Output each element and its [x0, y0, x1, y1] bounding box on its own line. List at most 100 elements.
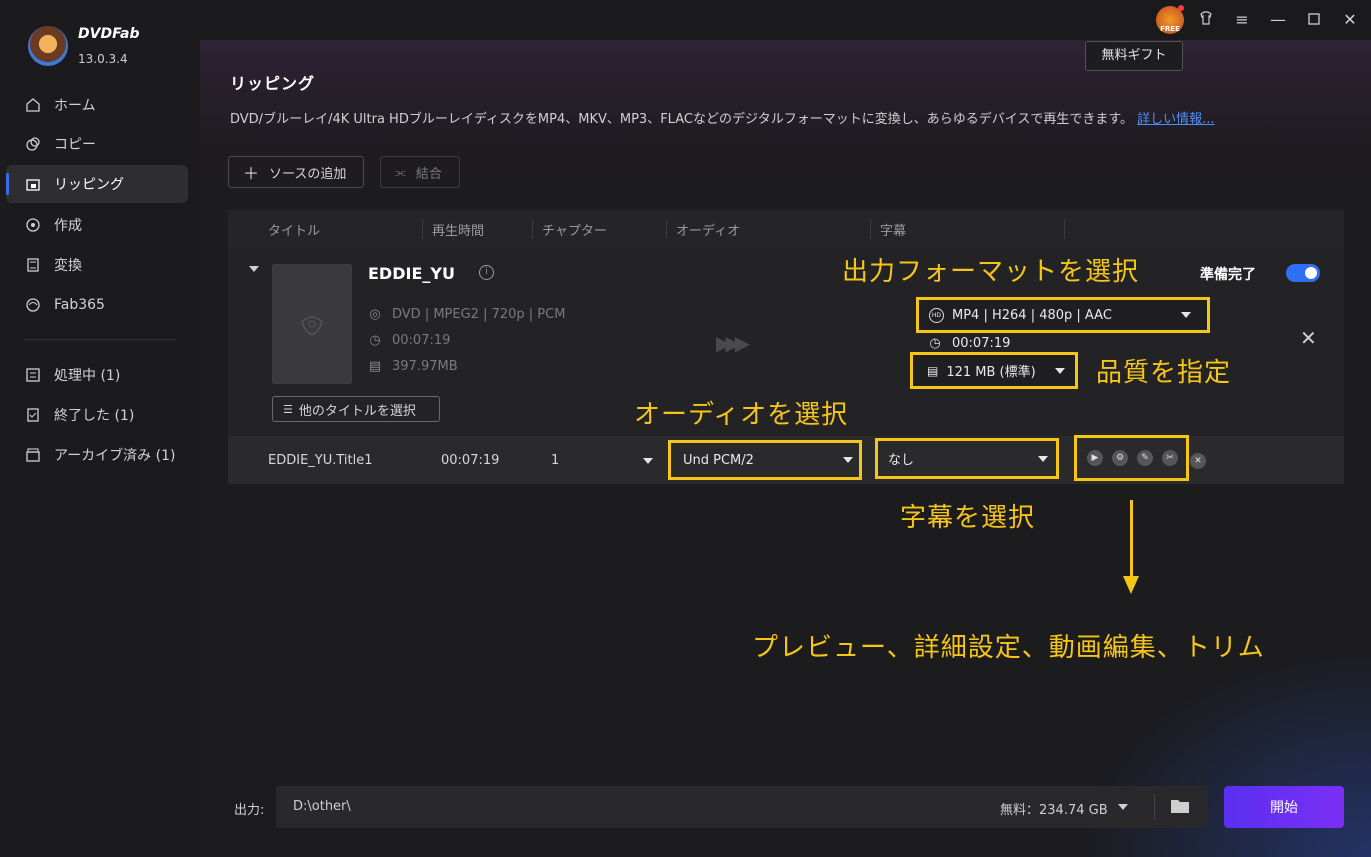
- convert-arrow-icon: ▶▶▶: [716, 331, 750, 355]
- sidebar-item-fab365[interactable]: Fab365: [6, 286, 188, 324]
- source-info-text: DVD | MPEG2 | 720p | PCM: [392, 307, 566, 322]
- free-gift-icon[interactable]: FREE: [1156, 5, 1184, 34]
- minimize-icon[interactable]: —: [1268, 10, 1288, 30]
- menu-icon[interactable]: ≡: [1232, 10, 1252, 30]
- column-divider: [1064, 219, 1065, 239]
- source-info: ◎ DVD | MPEG2 | 720p | PCM: [368, 307, 565, 322]
- sidebar-divider: [24, 339, 176, 340]
- notification-dot: [1178, 5, 1184, 11]
- edit-icon[interactable]: ✎: [1137, 450, 1153, 466]
- disc-icon: ◎: [369, 307, 381, 322]
- info-icon[interactable]: i: [479, 265, 494, 280]
- ripper-icon: [24, 175, 42, 193]
- sidebar-item-label: Fab365: [54, 297, 105, 313]
- output-format-dropdown[interactable]: HD MP4 | H264 | 480p | AAC: [916, 297, 1210, 333]
- remove-title-icon[interactable]: ✕: [1300, 326, 1317, 350]
- plus-icon: ＋: [243, 164, 260, 183]
- trim-icon[interactable]: ✂: [1162, 450, 1178, 466]
- file-icon: ▤: [368, 359, 382, 374]
- disc-placeholder-icon: [301, 316, 323, 335]
- annotation-audio: オーディオを選択: [634, 400, 849, 430]
- output-format-text: MP4 | H264 | 480p | AAC: [952, 307, 1112, 323]
- other-titles-label: 他のタイトルを選択: [298, 403, 416, 419]
- column-subtitle: 字幕: [880, 224, 907, 239]
- row-chapter: 1: [551, 453, 560, 468]
- dvdfab-logo-icon: [28, 26, 68, 66]
- annotation-quality: 品質を指定: [1096, 358, 1232, 388]
- brand-name: DVDFab: [78, 26, 140, 42]
- output-path-box[interactable]: D:\other\ 無料：234.74 GB: [276, 786, 1208, 828]
- file-icon: ▤: [927, 363, 939, 378]
- converter-icon: [24, 256, 42, 274]
- clock-icon: ◷: [369, 333, 381, 348]
- chapter-dropdown-icon[interactable]: [643, 458, 653, 464]
- audio-dropdown[interactable]: Und PCM/2: [668, 440, 862, 480]
- source-size: ▤ 397.97MB: [368, 359, 458, 374]
- drive-dropdown-icon[interactable]: [1118, 804, 1128, 810]
- sidebar-item-home[interactable]: ホーム: [6, 86, 188, 124]
- column-divider: [870, 219, 871, 239]
- divider: [1154, 794, 1155, 820]
- merge-button[interactable]: ⫘ 結合: [380, 156, 460, 188]
- column-title: タイトル: [268, 224, 321, 239]
- other-titles-button[interactable]: ☰ 他のタイトルを選択: [272, 396, 440, 422]
- source-duration: ◷ 00:07:19: [368, 333, 450, 348]
- sidebar-item-processing[interactable]: 処理中 (1): [6, 356, 188, 394]
- remove-row-icon[interactable]: ✕: [1190, 453, 1206, 469]
- sidebar-item-converter[interactable]: 変換: [6, 246, 188, 284]
- title-name: EDDIE_YU: [368, 264, 455, 283]
- merge-icon: ⫘: [395, 164, 406, 179]
- row-duration: 00:07:19: [441, 453, 500, 468]
- sidebar-item-creator[interactable]: 作成: [6, 206, 188, 244]
- column-chapter: チャプター: [542, 224, 607, 239]
- sidebar-item-label: 作成: [54, 218, 82, 234]
- column-divider: [422, 219, 423, 239]
- sidebar-item-archive[interactable]: アーカイブ済み (1): [6, 436, 188, 474]
- folder-icon[interactable]: [1170, 798, 1190, 814]
- output-path: D:\other\: [293, 799, 351, 814]
- sidebar-item-label: ホーム: [54, 98, 96, 114]
- free-badge-text: FREE: [1160, 25, 1180, 33]
- sidebar-item-ripper[interactable]: リッピング: [6, 165, 188, 203]
- subtitle-dropdown[interactable]: なし: [875, 438, 1059, 479]
- preview-icon[interactable]: ▶: [1087, 450, 1103, 466]
- title-thumbnail: [272, 264, 352, 384]
- collapse-arrow-icon[interactable]: [249, 266, 259, 272]
- maximize-icon[interactable]: [1304, 10, 1324, 30]
- annotation-tools: プレビュー、詳細設定、動画編集、トリム: [752, 633, 1265, 663]
- sidebar-item-copy[interactable]: コピー: [6, 125, 188, 163]
- annotation-format: 出力フォーマットを選択: [842, 257, 1140, 287]
- audio-text: Und PCM/2: [683, 452, 754, 468]
- close-window-icon[interactable]: ✕: [1340, 10, 1360, 30]
- chevron-down-icon: [843, 457, 853, 463]
- page-title: リッピング: [230, 74, 316, 93]
- description-text: DVD/ブルーレイ/4K Ultra HDブルーレイディスクをMP4、MKV、M…: [230, 112, 1134, 127]
- skin-icon[interactable]: [1196, 10, 1216, 30]
- copy-icon: [24, 135, 42, 153]
- start-button[interactable]: 開始: [1224, 786, 1344, 828]
- output-duration: ◷ 00:07:19: [928, 336, 1010, 351]
- sidebar-item-label: 処理中 (1): [54, 368, 121, 384]
- processing-icon: [24, 366, 42, 384]
- list-header: タイトル 再生時間 チャプター オーディオ 字幕: [228, 210, 1344, 248]
- more-info-link[interactable]: 詳しい情報...: [1137, 112, 1214, 127]
- row-title: EDDIE_YU.Title1: [268, 453, 373, 468]
- quality-dropdown[interactable]: ▤ 121 MB (標準): [910, 352, 1078, 389]
- output-label: 出力:: [234, 803, 265, 818]
- add-source-button[interactable]: ＋ ソースの追加: [228, 156, 364, 188]
- gift-tooltip: 無料ギフト: [1085, 41, 1183, 71]
- creator-icon: [24, 216, 42, 234]
- home-icon: [24, 96, 42, 114]
- ready-toggle[interactable]: [1286, 264, 1320, 282]
- output-duration-text: 00:07:19: [952, 336, 1011, 351]
- finished-icon: [24, 406, 42, 424]
- format-icon: HD: [929, 307, 944, 323]
- column-divider: [532, 219, 533, 239]
- settings-icon[interactable]: ⚙: [1112, 450, 1128, 466]
- merge-label: 結合: [415, 166, 442, 182]
- sidebar-item-finished[interactable]: 終了した (1): [6, 396, 188, 434]
- annotation-arrow-head: [1123, 576, 1139, 594]
- add-source-label: ソースの追加: [269, 166, 347, 182]
- sidebar-item-label: リッピング: [54, 177, 124, 193]
- chevron-down-icon: [1181, 312, 1191, 318]
